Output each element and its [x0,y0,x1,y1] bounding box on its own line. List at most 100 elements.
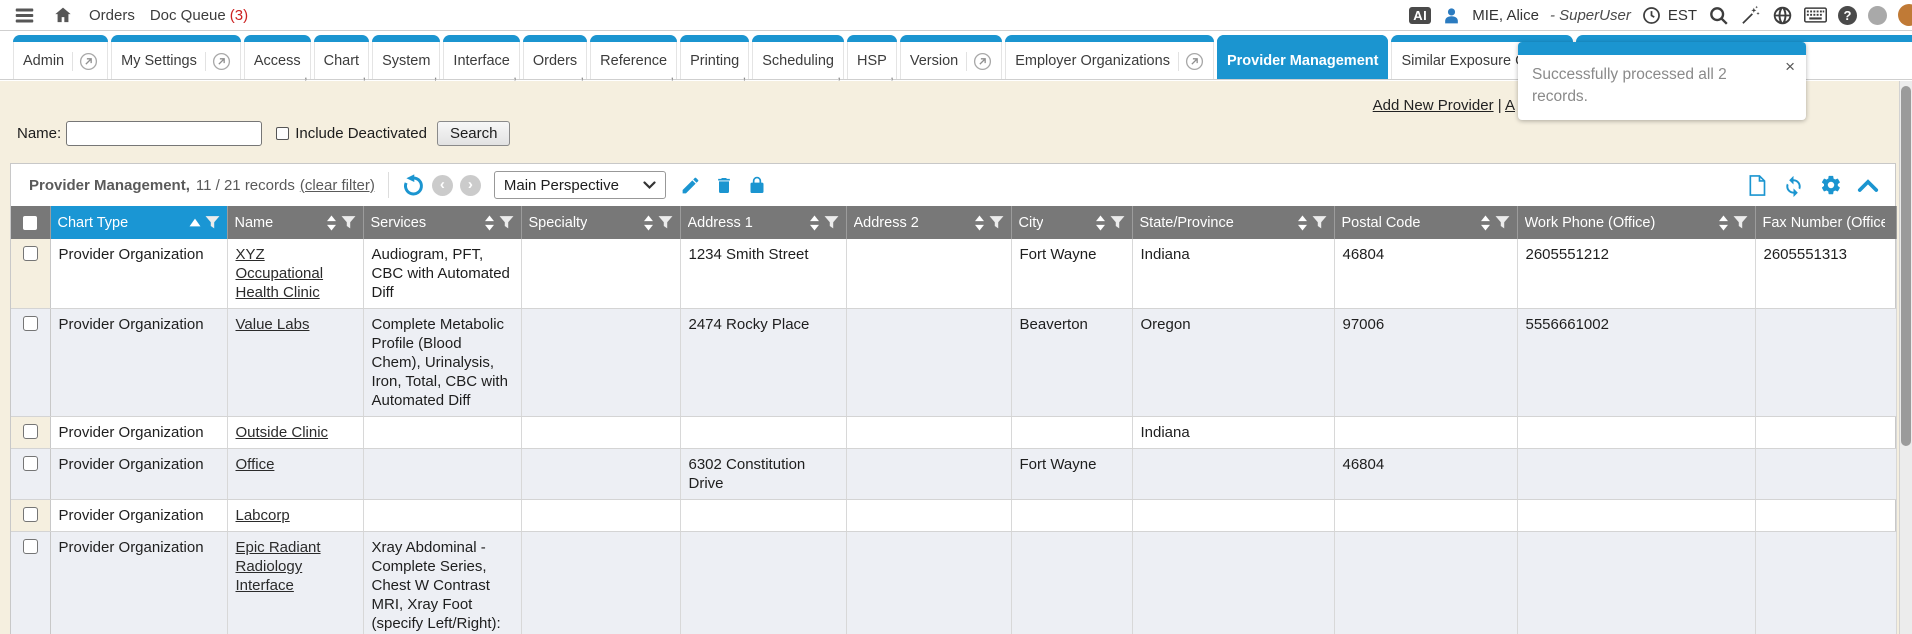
tab-access[interactable]: Access [244,35,311,79]
partial-link[interactable]: A [1505,97,1515,114]
doc-queue-link[interactable]: Doc Queue(3) [150,7,248,24]
filter-funnel-icon [1110,215,1125,230]
cell-state: Oregon [1132,309,1334,417]
tab-system[interactable]: System [372,35,440,79]
delete-perspective-icon[interactable] [714,175,734,196]
refresh-icon[interactable] [1782,174,1805,197]
row-checkbox[interactable] [23,456,38,471]
header-cell-specialty[interactable]: Specialty [521,206,680,239]
provider-link[interactable]: Outside Clinic [236,424,329,441]
cell-chart_type: Provider Organization [50,417,227,449]
tab-admin[interactable]: Admin [13,35,108,79]
cell-postal: 46804 [1334,239,1517,309]
tab-version[interactable]: Version [900,35,1002,79]
user-name[interactable]: MIE, Alice [1472,7,1539,24]
header-cell-postal[interactable]: Postal Code [1334,206,1517,239]
name-input[interactable] [66,121,262,146]
undo-icon[interactable] [402,174,425,197]
provider-link[interactable]: Labcorp [236,507,290,524]
vertical-scrollbar[interactable] [1899,81,1912,634]
cell-city: Fort Wayne [1011,239,1132,309]
keyboard-icon[interactable] [1804,7,1827,23]
select-all-header[interactable] [11,206,50,239]
ai-badge[interactable]: AI [1409,7,1431,24]
close-icon[interactable]: × [1785,58,1795,75]
cell-address2 [846,500,1011,532]
search-icon[interactable] [1708,5,1729,26]
tab-reference[interactable]: Reference [590,35,677,79]
row-checkbox[interactable] [23,246,38,261]
tab-label: Admin [23,53,64,69]
provider-link[interactable]: Office [236,456,275,473]
row-checkbox[interactable] [23,507,38,522]
header-cell-name[interactable]: Name [227,206,363,239]
header-cell-chart_type[interactable]: Chart Type [50,206,227,239]
tab-chart[interactable]: Chart [314,35,369,79]
sort-both-icon [1480,215,1491,231]
header-label: Postal Code [1342,215,1421,231]
search-button[interactable]: Search [437,121,511,146]
provider-link[interactable]: XYZ Occupational Health Clinic [236,246,324,301]
home-icon[interactable] [52,5,74,25]
cell-address2 [846,239,1011,309]
cell-postal: 46804 [1334,449,1517,500]
tab-employer-organizations[interactable]: Employer Organizations [1005,35,1214,79]
sort-both-icon [1297,215,1308,231]
include-deactivated-checkbox[interactable] [276,127,289,140]
row-checkbox[interactable] [23,539,38,554]
filter-funnel-icon [658,215,673,230]
cell-chart_type: Provider Organization [50,500,227,532]
cell-state: Indiana [1132,417,1334,449]
user-avatar-icon[interactable] [1442,6,1461,25]
header-cell-address2[interactable]: Address 2 [846,206,1011,239]
select-all-checkbox[interactable] [23,216,37,230]
row-checkbox[interactable] [23,424,38,439]
magic-wand-icon[interactable] [1740,5,1761,26]
add-new-provider-link[interactable]: Add New Provider [1373,97,1494,114]
tab-printing[interactable]: Printing [680,35,749,79]
new-document-icon[interactable] [1747,174,1767,197]
clock-icon[interactable] [1642,6,1661,25]
header-label: Name [235,215,274,231]
cell-state: Indiana [1132,239,1334,309]
lock-icon[interactable] [747,175,767,196]
tab-interface[interactable]: Interface [443,35,519,79]
header-cell-work_phone[interactable]: Work Phone (Office) [1517,206,1755,239]
next-page-button[interactable]: › [460,175,481,196]
header-cell-fax[interactable]: Fax Number (Office) [1755,206,1896,239]
settings-gear-icon[interactable] [1820,174,1842,196]
cell-specialty [521,449,680,500]
orders-link[interactable]: Orders [89,7,135,24]
row-checkbox[interactable] [23,316,38,331]
header-cell-address1[interactable]: Address 1 [680,206,846,239]
tab-orders[interactable]: Orders [523,35,587,79]
scrollbar-thumb[interactable] [1901,86,1911,446]
tab-hsp[interactable]: HSP [847,35,897,79]
table-row: Provider OrganizationOffice6302 Constitu… [11,449,1896,500]
clear-filter-link[interactable]: (clear filter) [300,177,375,194]
header-cell-state[interactable]: State/Province [1132,206,1334,239]
tab-label: Version [910,53,958,69]
tab-scheduling[interactable]: Scheduling [752,35,844,79]
tab-my-settings[interactable]: My Settings [111,35,241,79]
provider-link[interactable]: Epic Radiant Radiology Interface [236,539,321,594]
cell-name: Epic Radiant Radiology Interface [227,532,363,634]
cell-services: Complete Metabolic Profile (Blood Chem),… [363,309,521,417]
globe-icon[interactable] [1772,5,1793,26]
cell-address1: 2474 Rocky Place [680,309,846,417]
tab-provider-management[interactable]: Provider Management [1217,35,1389,79]
cell-postal [1334,500,1517,532]
cell-name: Labcorp [227,500,363,532]
header-cell-services[interactable]: Services [363,206,521,239]
sort-both-icon [326,215,337,231]
header-cell-city[interactable]: City [1011,206,1132,239]
hamburger-menu-icon[interactable] [12,5,37,26]
prev-page-button[interactable]: ‹ [432,175,453,196]
edit-perspective-icon[interactable] [680,175,701,196]
help-icon[interactable]: ? [1838,6,1857,25]
perspective-select[interactable]: Main Perspective [494,171,666,199]
provider-table: Chart Type Name ServicesSpecialtyAddress 1… [11,206,1897,634]
collapse-chevron-icon[interactable] [1857,178,1879,193]
timezone-label[interactable]: EST [1668,7,1697,24]
provider-link[interactable]: Value Labs [236,316,310,333]
